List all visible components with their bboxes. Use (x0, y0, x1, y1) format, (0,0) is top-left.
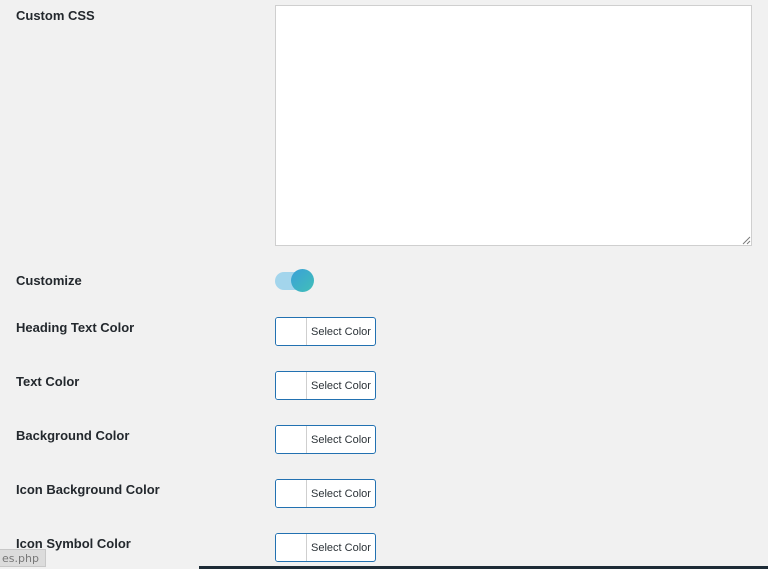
resize-grip-icon[interactable] (742, 236, 751, 245)
color-swatch (276, 534, 307, 561)
toggle-knob (291, 269, 314, 292)
background-color-button[interactable]: Select Color (275, 425, 376, 454)
background-color-label: Background Color (16, 428, 130, 443)
select-color-label: Select Color (311, 541, 371, 554)
select-color-label: Select Color (311, 433, 371, 446)
heading-text-color-button[interactable]: Select Color (275, 317, 376, 346)
icon-symbol-color-button[interactable]: Select Color (275, 533, 376, 562)
settings-form: Custom CSS Customize Heading Text Color … (0, 0, 768, 569)
customize-label: Customize (16, 273, 82, 288)
color-swatch (276, 480, 307, 507)
text-color-button[interactable]: Select Color (275, 371, 376, 400)
color-swatch (276, 426, 307, 453)
icon-background-color-label: Icon Background Color (16, 482, 160, 497)
heading-text-color-label: Heading Text Color (16, 320, 135, 335)
customize-toggle[interactable] (275, 269, 315, 293)
select-color-label: Select Color (311, 487, 371, 500)
select-color-label: Select Color (311, 325, 371, 338)
custom-css-label: Custom CSS (16, 8, 95, 23)
text-color-label: Text Color (16, 374, 80, 389)
status-bar-url: es.php (0, 549, 46, 567)
color-swatch (276, 318, 307, 345)
custom-css-textarea[interactable] (275, 5, 752, 246)
select-color-label: Select Color (311, 379, 371, 392)
icon-background-color-button[interactable]: Select Color (275, 479, 376, 508)
color-swatch (276, 372, 307, 399)
